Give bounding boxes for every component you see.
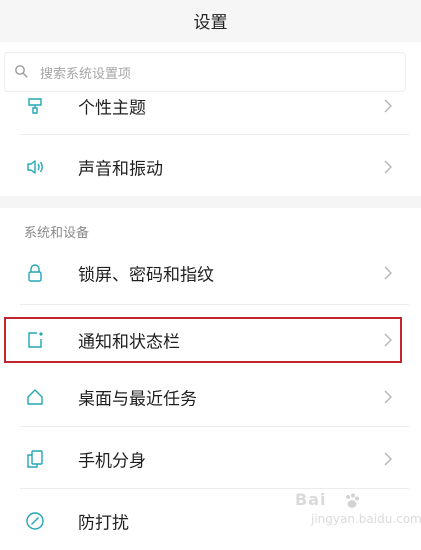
section-title: 系统和设备 bbox=[24, 226, 90, 241]
settings-item-lockscreen[interactable]: 锁屏、密码和指纹 bbox=[0, 244, 421, 302]
settings-item-label: 桌面与最近任务 bbox=[78, 389, 197, 410]
page-title: 设置 bbox=[193, 13, 228, 33]
paw-icon bbox=[346, 493, 359, 508]
divider bbox=[20, 426, 409, 427]
section-gap bbox=[0, 196, 421, 208]
watermark-url: jingyan.baidu.com bbox=[311, 512, 421, 526]
settings-item-theme[interactable]: 个性主题 bbox=[0, 78, 421, 134]
chevron-right-icon bbox=[384, 160, 392, 174]
settings-item-label: 防打扰 bbox=[78, 513, 129, 534]
settings-item-label: 锁屏、密码和指纹 bbox=[78, 265, 214, 286]
chevron-right-icon bbox=[384, 99, 392, 113]
settings-item-label: 通知和状态栏 bbox=[78, 332, 180, 353]
settings-item-desktop[interactable]: 桌面与最近任务 bbox=[0, 368, 421, 426]
divider bbox=[20, 488, 409, 489]
lock-icon bbox=[28, 264, 42, 282]
speaker-icon bbox=[27, 160, 43, 174]
settings-item-label: 声音和振动 bbox=[78, 159, 163, 180]
settings-item-notifications[interactable]: 通知和状态栏 bbox=[0, 311, 421, 369]
chevron-right-icon bbox=[384, 333, 392, 347]
divider bbox=[20, 304, 409, 305]
watermark-logo-text: Bai bbox=[295, 490, 327, 509]
settings-item-label: 手机分身 bbox=[78, 451, 146, 472]
theme-brush-icon bbox=[28, 98, 42, 114]
divider bbox=[20, 134, 409, 135]
chevron-right-icon bbox=[384, 266, 392, 280]
chevron-right-icon bbox=[384, 390, 392, 404]
top-bar: 设置 bbox=[0, 0, 421, 42]
settings-item-label: 个性主题 bbox=[78, 98, 146, 119]
settings-item-sound[interactable]: 声音和振动 bbox=[0, 138, 421, 196]
search-icon bbox=[15, 65, 28, 78]
settings-item-dual-apps[interactable]: 手机分身 bbox=[0, 430, 421, 488]
home-icon bbox=[27, 389, 43, 405]
notification-icon bbox=[28, 332, 43, 348]
chevron-right-icon bbox=[384, 452, 392, 466]
clone-icon bbox=[27, 450, 43, 468]
do-not-disturb-icon bbox=[26, 512, 44, 530]
watermark: Bai jingyan.baidu.com bbox=[291, 490, 421, 528]
